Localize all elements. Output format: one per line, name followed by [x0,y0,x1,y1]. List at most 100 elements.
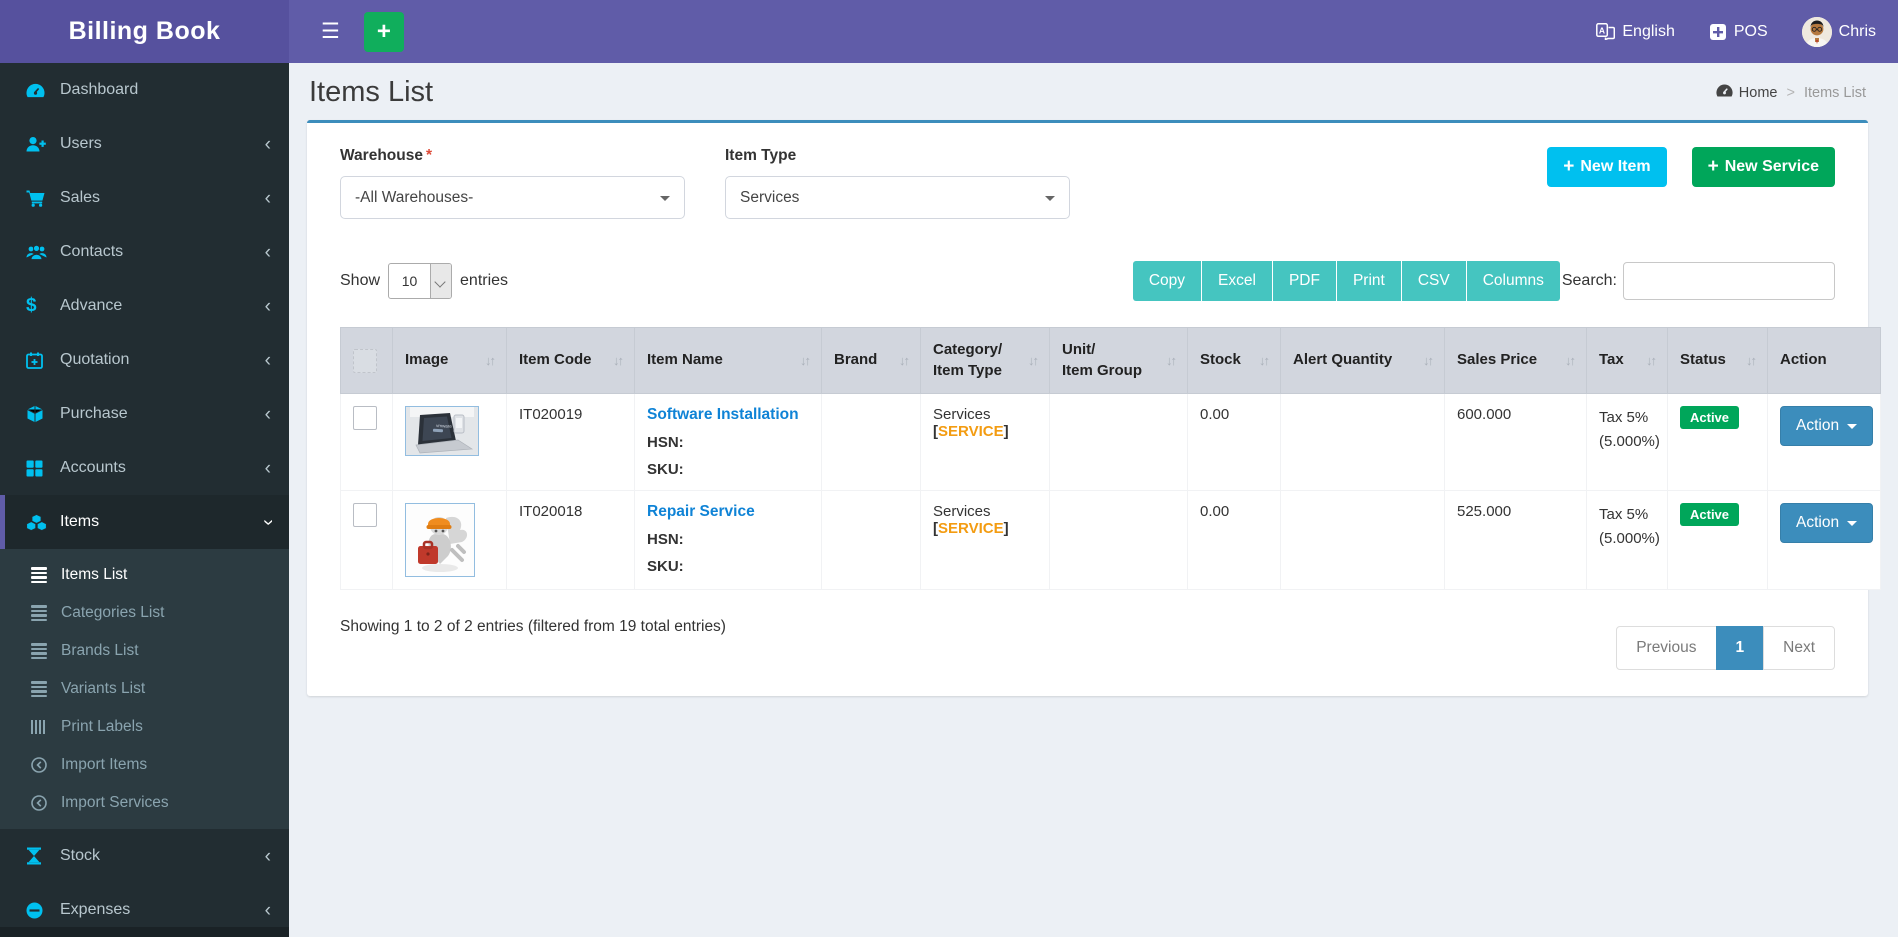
item-name-link[interactable]: Software Installation [647,406,799,424]
copy-button[interactable]: Copy [1132,261,1203,301]
breadcrumb-current: Items List [1803,84,1866,101]
column-unit[interactable]: Unit/ Item Group ↓↑ [1049,327,1188,394]
row-checkbox[interactable] [353,503,377,527]
quick-add-button[interactable]: + [363,11,404,52]
plus-square-icon [1709,23,1727,41]
sidebar-item-accounts[interactable]: Accounts ‹ [0,441,289,495]
brand-cell [821,393,921,491]
entries-info: Showing 1 to 2 of 2 entries (filtered fr… [340,618,726,635]
sidebar-item-items[interactable]: Items ‹ [0,495,289,549]
new-service-button[interactable]: + New Service [1691,147,1835,187]
user-avatar [1801,16,1832,47]
row-action-button[interactable]: Action [1780,503,1874,543]
column-alert-quantity[interactable]: Alert Quantity ↓↑ [1280,327,1445,394]
plus-icon: + [376,17,391,45]
page-length-select[interactable]: 10 [388,263,453,299]
page-title: Items List [309,76,434,108]
submenu-item-import-services[interactable]: Import Services [0,784,289,822]
top-header: Billing Book ☰ + A English POS Chris [0,0,1898,63]
column-action: Action [1767,327,1881,394]
home-dashboard-icon [1716,84,1733,101]
chevron-down-icon: ‹ [257,518,279,526]
sidebar-item-purchase[interactable]: Purchase ‹ [0,387,289,441]
main-content: Items List Home > Items List Warehouse* [289,63,1898,937]
item-type-tag: [SERVICE] [933,423,1009,440]
chevron-left-icon: ‹ [264,457,271,479]
sku-label: SKU: [647,558,684,575]
row-action-button[interactable]: Action [1780,406,1874,446]
sidebar-item-quotation[interactable]: Quotation ‹ [0,333,289,387]
column-item-name[interactable]: Item Name ↓↑ [634,327,822,394]
next-page-button[interactable]: Next [1763,626,1835,670]
sidebar-item-sales[interactable]: Sales ‹ [0,171,289,225]
select-all-checkbox[interactable] [353,348,377,373]
cubes-icon [26,513,60,531]
column-item-code[interactable]: Item Code ↓↑ [506,327,635,394]
column-brand[interactable]: Brand ↓↑ [821,327,921,394]
chevron-left-icon: ‹ [264,845,271,867]
submenu-item-print-labels[interactable]: Print Labels [0,708,289,746]
sidebar-toggle-icon[interactable]: ☰ [311,13,350,50]
submenu-item-brands-list[interactable]: Brands List [0,632,289,670]
sidebar-item-stock[interactable]: Stock ‹ [0,829,289,883]
column-image[interactable]: Image ↓↑ [392,327,507,394]
sort-icon: ↓↑ [1166,353,1177,368]
search-input[interactable] [1623,262,1835,300]
warehouse-select[interactable]: -All Warehouses- [340,176,685,219]
sidebar-item-users[interactable]: Users ‹ [0,117,289,171]
pos-link[interactable]: POS [1709,23,1768,41]
item-image-repair[interactable] [405,503,475,577]
sort-icon: ↓↑ [1423,353,1434,368]
status-badge: Active [1680,503,1740,526]
item-image-laptop[interactable]: vmware [405,406,479,456]
sidebar-item-dashboard[interactable]: Dashboard [0,63,289,117]
item-name-link[interactable]: Repair Service [647,503,755,521]
chevron-left-icon: ‹ [264,133,271,155]
submenu-item-import-items[interactable]: Import Items [0,746,289,784]
stock-cell: 0.00 [1187,490,1281,590]
stock-cell: 0.00 [1187,393,1281,491]
column-sales-price[interactable]: Sales Price ↓↑ [1444,327,1587,394]
controls-right: Copy Excel PDF Print CSV Columns Search: [1132,261,1835,301]
user-menu[interactable]: Chris [1801,16,1876,47]
unit-cell [1049,490,1188,590]
column-status[interactable]: Status ↓↑ [1667,327,1768,394]
submenu-item-variants-list[interactable]: Variants List [0,670,289,708]
arrow-circle-left-icon [31,757,61,773]
pos-label: POS [1733,22,1768,40]
sidebar: Dashboard Users ‹ Sales ‹ Contacts ‹ $ A… [0,63,289,937]
username: Chris [1838,22,1876,40]
chevron-down-icon [430,264,452,298]
required-asterisk: * [425,147,433,164]
app-logo[interactable]: Billing Book [0,0,289,63]
submenu-item-items-list[interactable]: Items List [0,556,289,594]
column-stock[interactable]: Stock ↓↑ [1187,327,1281,394]
breadcrumb-home-link[interactable]: Home [1716,84,1777,101]
print-button[interactable]: Print [1336,261,1402,301]
item-type-select[interactable]: Services [725,176,1070,219]
page-number-button[interactable]: 1 [1715,626,1765,670]
item-type-label: Item Type [725,147,797,164]
language-menu[interactable]: A English [1596,23,1675,41]
column-category[interactable]: Category/ Item Type ↓↑ [920,327,1050,394]
sidebar-item-advance[interactable]: $ Advance ‹ [0,279,289,333]
column-tax[interactable]: Tax ↓↑ [1586,327,1668,394]
sales-price-cell: 525.000 [1444,490,1587,590]
sidebar-item-contacts[interactable]: Contacts ‹ [0,225,289,279]
search-label: Search: [1561,272,1617,289]
columns-button[interactable]: Columns [1466,261,1560,301]
previous-page-button[interactable]: Previous [1616,626,1717,670]
brand-cell [821,490,921,590]
submenu-item-categories-list[interactable]: Categories List [0,594,289,632]
list-icon [31,603,61,623]
excel-button[interactable]: Excel [1202,261,1273,301]
csv-button[interactable]: CSV [1401,261,1467,301]
pdf-button[interactable]: PDF [1272,261,1337,301]
hsn-label: HSN: [647,434,684,451]
show-label: Show [340,272,381,289]
alert-quantity-cell [1280,393,1445,491]
chevron-left-icon: ‹ [264,295,271,317]
tax-cell: Tax 5% (5.000%) [1586,490,1668,590]
new-item-button[interactable]: + New Item [1547,147,1667,187]
row-checkbox[interactable] [353,406,377,430]
